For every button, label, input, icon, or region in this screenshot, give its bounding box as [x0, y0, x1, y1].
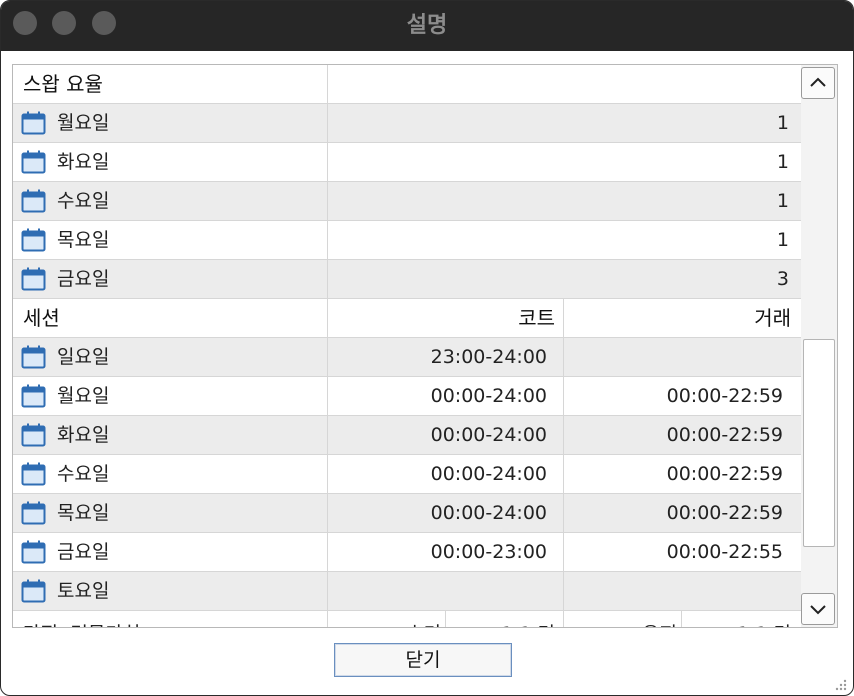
trade-session [569, 338, 783, 376]
table-row: 일요일 23:00-24:00 [13, 338, 801, 377]
swap-value: 1 [776, 112, 789, 134]
calendar-icon [21, 501, 46, 525]
table-row: 화요일 00:00-24:00 00:00-22:59 [13, 416, 801, 455]
margin-label: 마진: 명목가치 [23, 615, 323, 627]
trade-column-header: 거래 [754, 306, 791, 330]
swap-header-row: 스왑 요율 [13, 65, 801, 104]
day-label: 금요일 [57, 541, 110, 563]
margin-initial-label: 초기 [333, 615, 441, 627]
margin-maintenance-value: 1:1 리 [687, 615, 791, 627]
quote-session: 00:00-23:00 [430, 541, 547, 563]
swap-value: 1 [776, 190, 789, 212]
window-title: 설명 [406, 13, 448, 38]
day-label: 일요일 [57, 346, 110, 368]
table-row: 금요일 00:00-23:00 00:00-22:55 [13, 533, 801, 572]
calendar-icon [21, 540, 46, 564]
trade-session: 00:00-22:59 [666, 502, 783, 524]
day-label: 토요일 [57, 580, 110, 602]
day-label: 월요일 [57, 112, 110, 134]
table-row: 금요일 3 [13, 260, 801, 299]
quote-session: 23:00-24:00 [430, 346, 547, 368]
trade-session: 00:00-22:59 [666, 463, 783, 485]
sessions-header-row: 세션 코트 거래 [13, 299, 801, 338]
swap-value: 1 [776, 151, 789, 173]
day-label: 수요일 [57, 463, 110, 485]
quote-session [333, 572, 547, 610]
day-label: 수요일 [57, 190, 110, 212]
calendar-icon [21, 462, 46, 486]
scroll-up-button[interactable] [801, 67, 835, 99]
margin-initial-value: 1:1 리 [451, 615, 555, 627]
calendar-icon [21, 228, 46, 252]
margin-maintenance-label: 유지 [569, 615, 677, 627]
day-label: 화요일 [57, 151, 110, 173]
swap-header: 스왑 요율 [23, 72, 103, 96]
calendar-icon [21, 423, 46, 447]
sessions-header: 세션 [23, 306, 60, 330]
dialog-window: 설명 스왑 요율 월요일 1 화요일 1 수요일 1 목요일 1 금요일 3 세… [0, 0, 854, 696]
table-row: 수요일 00:00-24:00 00:00-22:59 [13, 455, 801, 494]
quote-session: 00:00-24:00 [430, 424, 547, 446]
day-label: 화요일 [57, 424, 110, 446]
calendar-icon [21, 384, 46, 408]
table-row-partial: 마진: 명목가치 초기 1:1 리 유지 1:1 리 [13, 611, 801, 627]
table-row: 화요일 1 [13, 143, 801, 182]
day-label: 금요일 [57, 268, 110, 290]
table-row: 목요일 00:00-24:00 00:00-22:59 [13, 494, 801, 533]
chevron-up-icon [810, 77, 826, 87]
table-row: 목요일 1 [13, 221, 801, 260]
swap-value: 3 [776, 268, 789, 290]
scroll-down-button[interactable] [801, 593, 835, 625]
table-row: 토요일 [13, 572, 801, 611]
day-label: 목요일 [57, 229, 110, 251]
spec-table-panel: 스왑 요율 월요일 1 화요일 1 수요일 1 목요일 1 금요일 3 세션 코… [12, 64, 838, 628]
quote-session: 00:00-24:00 [430, 385, 547, 407]
calendar-icon [21, 345, 46, 369]
quote-column-header: 코트 [518, 306, 555, 330]
calendar-icon [21, 150, 46, 174]
calendar-icon [21, 267, 46, 291]
chevron-down-icon [810, 605, 826, 615]
title-bar: 설명 [1, 1, 853, 51]
day-label: 목요일 [57, 502, 110, 524]
trade-session [569, 572, 783, 610]
trade-session: 00:00-22:59 [666, 385, 783, 407]
quote-session: 00:00-24:00 [430, 502, 547, 524]
resize-grip-icon[interactable] [833, 677, 847, 691]
vertical-scrollbar[interactable] [801, 65, 837, 627]
quote-session: 00:00-24:00 [430, 463, 547, 485]
table-row: 월요일 00:00-24:00 00:00-22:59 [13, 377, 801, 416]
calendar-icon [21, 111, 46, 135]
trade-session: 00:00-22:59 [666, 424, 783, 446]
day-label: 월요일 [57, 385, 110, 407]
calendar-icon [21, 189, 46, 213]
close-button[interactable]: 닫기 [334, 643, 512, 677]
calendar-icon [21, 579, 46, 603]
table-row: 월요일 1 [13, 104, 801, 143]
trade-session: 00:00-22:55 [666, 541, 783, 563]
swap-value: 1 [776, 229, 789, 251]
scroll-thumb[interactable] [803, 339, 835, 547]
table-row: 수요일 1 [13, 182, 801, 221]
